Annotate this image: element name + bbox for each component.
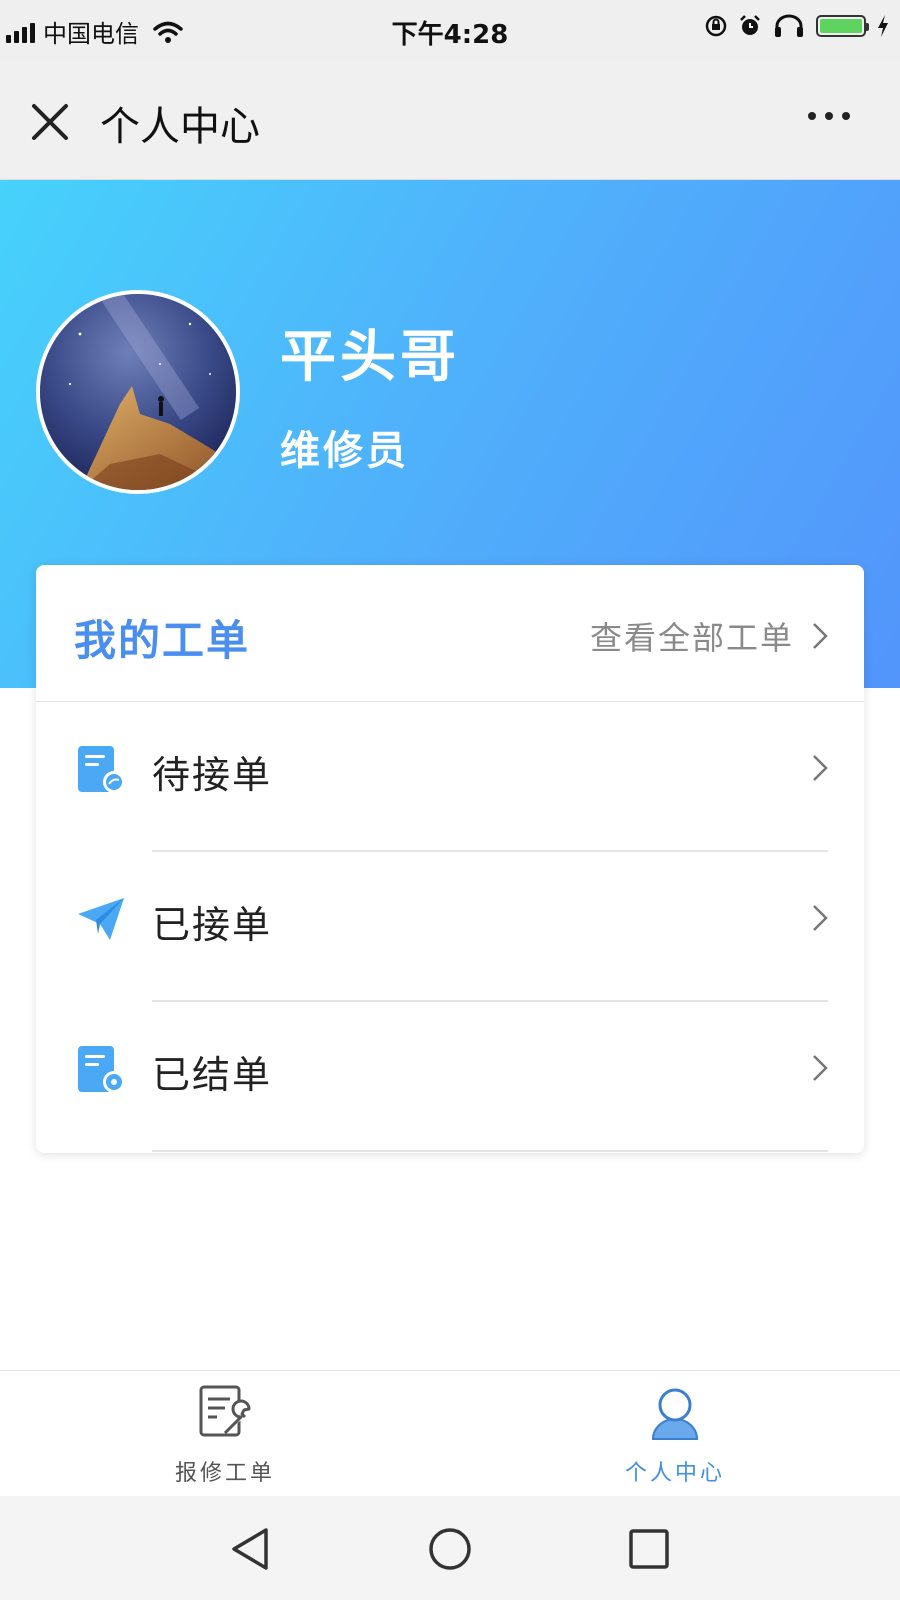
my-orders-card: 我的工单 查看全部工单 待接单 已接单 已结单 xyxy=(36,565,864,1153)
tab-label: 个人中心 xyxy=(624,1461,725,1486)
rotation-lock-icon xyxy=(705,15,727,37)
list-item-label: 已结单 xyxy=(152,1053,273,1097)
close-icon[interactable] xyxy=(26,98,74,146)
dot-icon xyxy=(825,112,833,120)
view-all-orders-link[interactable]: 查看全部工单 xyxy=(590,613,828,659)
status-bar: 中国电信 下午4:28 xyxy=(0,0,900,62)
user-name: 平头哥 xyxy=(280,325,460,390)
charging-icon xyxy=(878,15,888,37)
page-title: 个人中心 xyxy=(100,104,260,150)
list-item-completed[interactable]: 已结单 xyxy=(36,1002,864,1152)
paper-plane-icon xyxy=(78,898,124,940)
avatar[interactable] xyxy=(36,290,240,494)
list-item-label: 已接单 xyxy=(152,903,273,947)
alarm-icon xyxy=(740,15,760,35)
card-title: 我的工单 xyxy=(74,616,251,665)
chevron-right-icon xyxy=(813,755,828,781)
home-icon[interactable] xyxy=(425,1524,475,1574)
list-item-accepted[interactable]: 已接单 xyxy=(36,852,864,1002)
user-icon xyxy=(651,1388,699,1440)
tab-label: 报修工单 xyxy=(174,1461,275,1486)
status-right xyxy=(704,14,890,38)
more-options-button[interactable] xyxy=(808,112,850,120)
dot-icon xyxy=(808,112,816,120)
nav-bar: 个人中心 xyxy=(0,62,900,180)
battery-icon xyxy=(816,15,869,37)
tab-repair-orders[interactable]: 报修工单 xyxy=(0,1371,450,1497)
pending-order-icon xyxy=(78,746,125,793)
completed-order-icon xyxy=(78,1046,125,1093)
list-item-label: 待接单 xyxy=(152,753,273,797)
headphones-icon xyxy=(775,14,803,37)
system-nav-bar xyxy=(0,1496,900,1600)
divider xyxy=(152,1150,828,1152)
card-header: 我的工单 查看全部工单 xyxy=(36,565,864,702)
recent-apps-icon[interactable] xyxy=(624,1524,674,1574)
dot-icon xyxy=(842,112,850,120)
chevron-right-icon xyxy=(813,623,828,649)
avatar-image xyxy=(40,294,236,490)
battery-level xyxy=(820,19,862,33)
tab-bar: 报修工单 个人中心 xyxy=(0,1370,900,1496)
repair-order-icon xyxy=(199,1385,251,1437)
back-icon[interactable] xyxy=(226,1524,276,1574)
chevron-right-icon xyxy=(813,1055,828,1081)
chevron-right-icon xyxy=(813,905,828,931)
user-role: 维修员 xyxy=(280,428,409,474)
view-all-label: 查看全部工单 xyxy=(589,619,794,657)
tab-personal-center[interactable]: 个人中心 xyxy=(450,1371,900,1497)
list-item-pending[interactable]: 待接单 xyxy=(36,702,864,852)
